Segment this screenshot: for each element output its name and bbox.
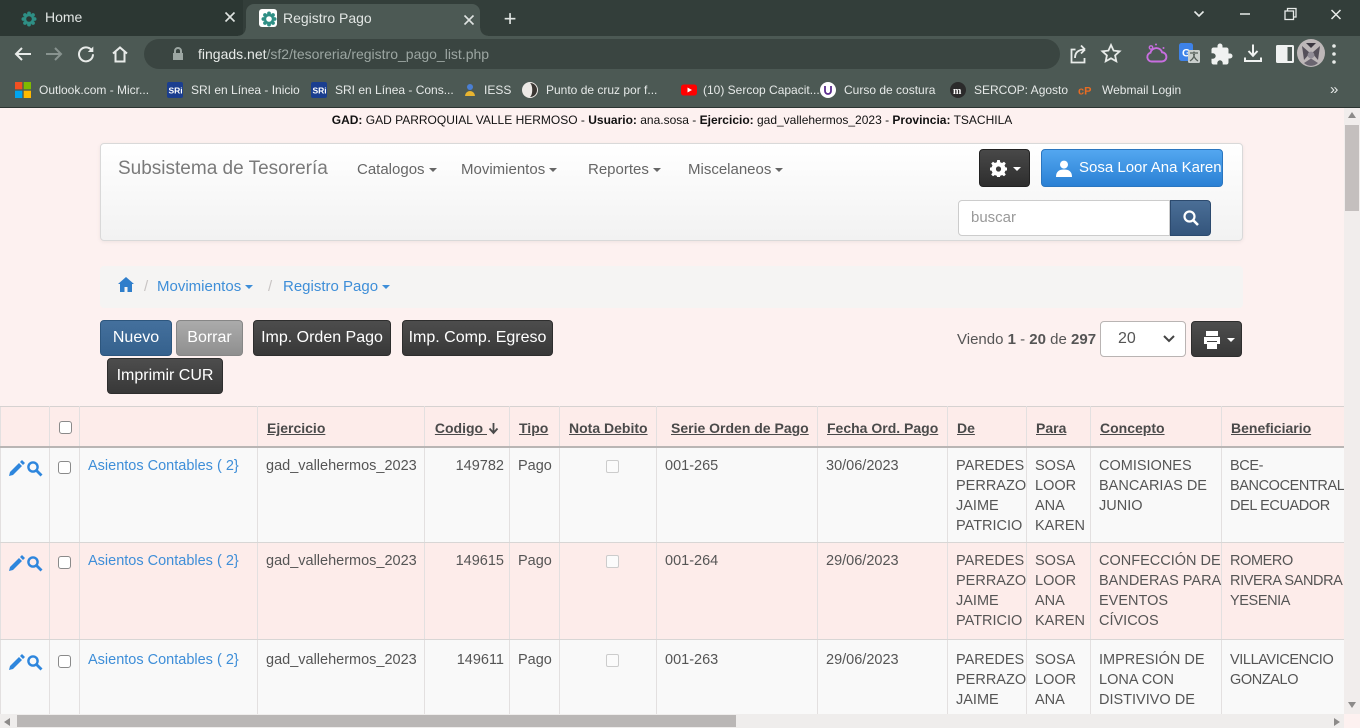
svg-text:SRi: SRi [313,86,327,96]
svg-text:m: m [953,86,962,97]
svg-text:SRi: SRi [169,86,183,96]
svg-text:cP: cP [1078,86,1091,98]
